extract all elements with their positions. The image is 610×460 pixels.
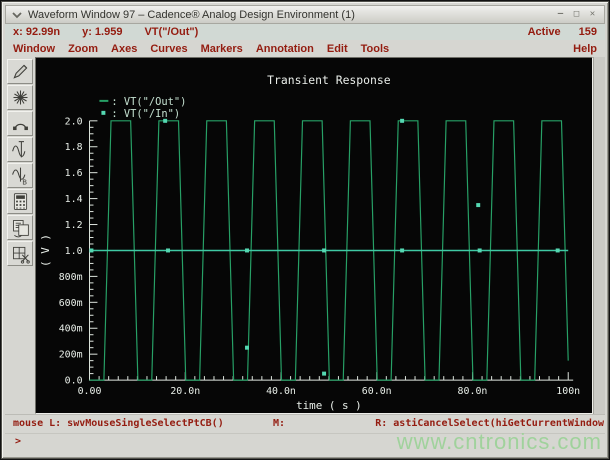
active-count: 159 (578, 26, 597, 38)
menu-item-zoom[interactable]: Zoom (68, 43, 98, 55)
pen-button[interactable] (7, 59, 33, 84)
x-tick-label: 40.0n (266, 386, 296, 397)
mouse-left-binding: mouse L: swvMouseSingleSelectPtCB() (13, 418, 224, 429)
close-button[interactable]: ✕ (586, 9, 599, 20)
active-trace-readout: VT("/Out") (144, 26, 199, 38)
plot-region[interactable]: 2.0 1.8 1.6 1.4 1.2 1.0 800m 600m 400m 200m 0.0 0.0… (35, 57, 593, 414)
y-tick-label: 1.0 (65, 246, 83, 257)
marker-a-button[interactable] (7, 137, 33, 162)
arc-probe-icon (12, 123, 28, 131)
menu-item-window[interactable]: Window (13, 43, 55, 55)
subwindow-cut-icon (12, 246, 30, 264)
menu-item-annotation[interactable]: Annotation (256, 43, 314, 55)
prompt-symbol: > (15, 436, 22, 447)
y-tick-label: 400m (59, 324, 83, 335)
active-label: Active (527, 26, 561, 38)
cursor-x-readout: x: 92.99n (13, 26, 61, 38)
menu-item-curves[interactable]: Curves (150, 43, 187, 55)
cursor-y-readout: y: 1.959 (82, 26, 123, 38)
y-tick-label: 1.6 (65, 168, 83, 179)
waveform-window: Waveform Window 97 – Cadence® Analog Des… (1, 1, 609, 459)
sample-marker (476, 203, 481, 208)
x-tick-label: 20.0n (170, 386, 200, 397)
x-axis-title: time ( s ) (296, 399, 362, 412)
calculator-button[interactable] (7, 189, 33, 214)
legend-entry: : VT("/In") (111, 108, 180, 120)
copy-window-button[interactable] (7, 215, 33, 240)
calculator-icon (13, 193, 27, 210)
sample-marker (245, 345, 249, 350)
y-axis-title: ( V ) (39, 234, 52, 267)
marker-b-icon: B (11, 167, 27, 186)
y-tick-label: 800m (59, 272, 83, 283)
arc-probe-button[interactable] (7, 111, 33, 136)
legend-entry: : VT("/Out") (111, 96, 186, 108)
x-tick-label: 0.00 (78, 386, 102, 397)
marker-a-icon (11, 141, 25, 158)
starburst-icon (13, 90, 27, 105)
menu-item-help[interactable]: Help (573, 43, 597, 55)
subwindow-cut-button[interactable] (7, 241, 33, 266)
svg-text:B: B (22, 178, 27, 186)
maximize-button[interactable]: □ (570, 9, 583, 20)
marker-b-button[interactable]: B (7, 163, 33, 188)
chevron-down-icon[interactable] (11, 10, 23, 20)
y-tick-label: 600m (59, 298, 83, 309)
watermark: www.cntronics.com (396, 429, 602, 454)
x-tick-label: 100n (556, 386, 580, 397)
y-tick-label: 2.0 (65, 116, 83, 127)
sample-marker (555, 248, 560, 253)
window-controls: – □ ✕ (554, 9, 599, 20)
mouse-middle-binding: M: (273, 418, 286, 429)
sample-marker (89, 248, 94, 253)
sample-marker (166, 248, 171, 253)
sample-marker (245, 248, 249, 253)
sample-marker (400, 248, 405, 253)
legend-dot-glyph (101, 110, 106, 115)
readout-bar: x: 92.99n y: 1.959 VT("/Out") Active 159 (5, 24, 605, 40)
sample-marker (400, 118, 405, 123)
window-title: Waveform Window 97 – Cadence® Analog Des… (28, 8, 355, 21)
menu-item-axes[interactable]: Axes (111, 43, 137, 55)
y-tick-label: 1.8 (65, 142, 83, 153)
menu-item-markers[interactable]: Markers (201, 43, 243, 55)
main-area: B 2.0 1.8 1.6 1.4 1.2 1.0 800m 600m 400m 200m 0.0 0… (5, 57, 605, 414)
sample-marker (322, 371, 327, 376)
sample-marker (322, 248, 327, 253)
copy-window-icon (12, 220, 29, 238)
menu-bar: Window Zoom Axes Curves Markers Annotation Edi… (5, 40, 605, 57)
x-tick-label: 60.0n (362, 386, 392, 397)
titlebar[interactable]: Waveform Window 97 – Cadence® Analog Des… (5, 5, 605, 24)
sample-marker (477, 248, 482, 253)
y-tick-label: 200m (59, 350, 83, 361)
menu-item-edit[interactable]: Edit (327, 43, 348, 55)
mouse-right-binding: R: astiCancelSelect(hiGetCurrentWindow (375, 418, 604, 429)
menu-item-tools[interactable]: Tools (361, 43, 390, 55)
starburst-button[interactable] (7, 85, 33, 110)
right-panel-strip (593, 57, 605, 414)
y-tick-label: 0.0 (65, 376, 83, 387)
plot-title: Transient Response (267, 73, 391, 87)
x-tick-label: 80.0n (458, 386, 488, 397)
pen-icon (12, 64, 27, 79)
y-tick-label: 1.4 (65, 194, 83, 205)
waveform-plot[interactable]: 2.0 1.8 1.6 1.4 1.2 1.0 800m 600m 400m 200m 0.00.0… (36, 58, 592, 413)
minimize-button[interactable]: – (554, 9, 567, 20)
toolbar: B (5, 57, 35, 414)
y-tick-label: 1.2 (65, 220, 83, 231)
